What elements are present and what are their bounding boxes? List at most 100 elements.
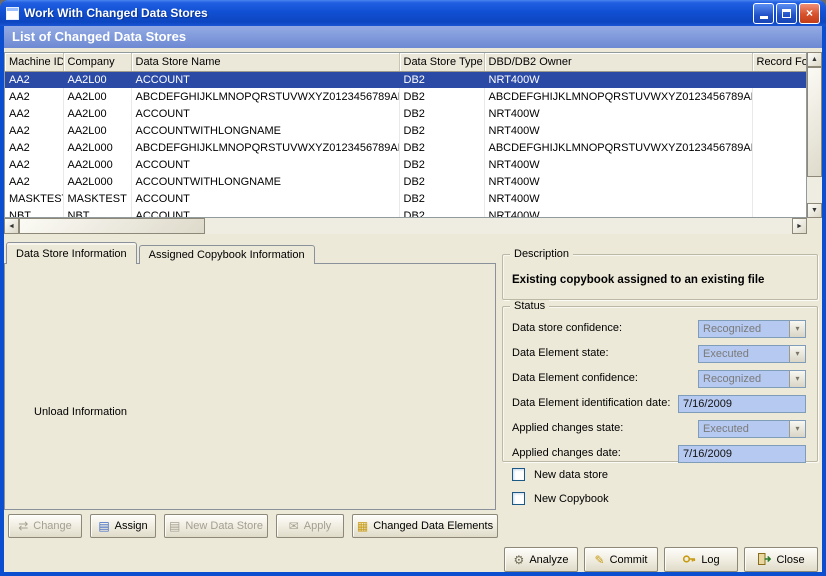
table-row[interactable]: AA2AA2L000ACCOUNTWITHLONGNAMEDB2NRT400W (5, 173, 807, 190)
grid-cell: MASKTEST (5, 190, 63, 207)
table-row[interactable]: MASKTESTMASKTESTACCOUNTDB2NRT400W (5, 190, 807, 207)
exit-door-icon (757, 552, 771, 568)
scroll-down-button[interactable]: ▼ (807, 203, 822, 218)
commit-button[interactable]: ✎ Commit (584, 547, 658, 572)
analyze-button[interactable]: ⚙ Analyze (504, 547, 578, 572)
column-header-record-format[interactable]: Record Fo (752, 53, 807, 71)
horizontal-scrollbar[interactable]: ◄ ► (4, 218, 807, 234)
tab-data-store-information[interactable]: Data Store Information (6, 242, 137, 264)
minimize-button[interactable] (753, 3, 774, 24)
app-window: Work With Changed Data Stores × List of … (0, 0, 826, 576)
data-element-confidence-combobox[interactable]: Recognized ▾ (698, 370, 806, 388)
maximize-button[interactable] (776, 3, 797, 24)
column-header-data-store-type[interactable]: Data Store Type (399, 53, 484, 71)
close-button[interactable]: Close (744, 547, 818, 572)
table-row[interactable]: AA2AA2L00ACCOUNTWITHLONGNAMEDB2NRT400W (5, 122, 807, 139)
table-row[interactable]: AA2AA2L00ACCOUNTDB2NRT400W (5, 105, 807, 122)
applied-changes-state-value: Executed (703, 423, 749, 435)
analyze-button-label: Analyze (529, 554, 568, 566)
grid-cell (752, 190, 807, 207)
grid-cell: AA2L00 (63, 88, 131, 105)
new-data-store-checkbox[interactable] (512, 468, 525, 481)
client-area: List of Changed Data Stores Machine ID C… (4, 26, 822, 572)
grid-cell (752, 105, 807, 122)
grid-cell (752, 88, 807, 105)
grid-cell: ABCDEFGHIJKLMNOPQRSTUVWXYZ0123456789AB (131, 139, 399, 156)
right-arrow-icon: ► (796, 223, 803, 230)
grid-header-row: Machine ID Company Data Store Name Data … (5, 53, 807, 71)
description-text: Existing copybook assigned to an existin… (512, 274, 764, 286)
grid-cell: AA2L00 (63, 105, 131, 122)
close-icon: × (806, 7, 813, 19)
grid-cell: ABCDEFGHIJKLMNOPQRSTUVWXYZ0123456789AB (131, 88, 399, 105)
grid-cell: AA2L00 (63, 71, 131, 88)
column-header-machine-id[interactable]: Machine ID (5, 53, 63, 71)
vertical-scroll-thumb[interactable] (807, 67, 822, 177)
data-store-confidence-label: Data store confidence: (512, 322, 622, 334)
data-element-identification-date-field[interactable]: 7/16/2009 (678, 395, 806, 413)
column-header-dbd-db2-owner[interactable]: DBD/DB2 Owner (484, 53, 752, 71)
grid-cell: NBT (5, 207, 63, 218)
grid-cell: AA2 (5, 105, 63, 122)
change-button[interactable]: ⇄ Change (8, 514, 82, 538)
data-store-confidence-combobox[interactable]: Recognized ▾ (698, 320, 806, 338)
log-button[interactable]: Log (664, 547, 738, 572)
horizontal-scroll-thumb[interactable] (19, 218, 205, 234)
grid-cell: AA2 (5, 122, 63, 139)
table-row[interactable]: AA2AA2L000ABCDEFGHIJKLMNOPQRSTUVWXYZ0123… (5, 139, 807, 156)
grid-cell (752, 139, 807, 156)
tab-assigned-copybook-information[interactable]: Assigned Copybook Information (139, 245, 315, 264)
table-row[interactable]: AA2AA2L00ACCOUNTDB2NRT400W (5, 71, 807, 88)
tab-strip: Data Store Information Assigned Copybook… (6, 242, 317, 264)
new-copybook-checkbox[interactable] (512, 492, 525, 505)
chevron-down-icon[interactable]: ▾ (789, 371, 805, 387)
column-header-data-store-name[interactable]: Data Store Name (131, 53, 399, 71)
description-title: Description (510, 248, 573, 260)
close-window-button[interactable]: × (799, 3, 820, 24)
new-data-store-button-label: New Data Store (185, 520, 263, 532)
grid-cell: AA2L000 (63, 156, 131, 173)
grid-cell: NBT (63, 207, 131, 218)
vertical-scrollbar[interactable]: ▲ ▼ (807, 52, 822, 218)
new-data-store-button[interactable]: ▤ New Data Store (164, 514, 268, 538)
grid-cell: ABCDEFGHIJKLMNOPQRSTUVWXYZ0123456789AB (484, 88, 752, 105)
changed-data-stores-grid: Machine ID Company Data Store Name Data … (4, 52, 807, 218)
table-row[interactable]: AA2AA2L000ACCOUNTDB2NRT400W (5, 156, 807, 173)
grid-cell: DB2 (399, 190, 484, 207)
grid-cell: AA2L000 (63, 139, 131, 156)
applied-changes-state-combobox[interactable]: Executed ▾ (698, 420, 806, 438)
chevron-down-icon[interactable]: ▾ (789, 321, 805, 337)
data-element-identification-date-label: Data Element identification date: (512, 397, 670, 409)
changed-data-elements-button[interactable]: ▦ Changed Data Elements (352, 514, 498, 538)
change-button-label: Change (33, 520, 72, 532)
scroll-right-button[interactable]: ► (792, 218, 807, 234)
down-arrow-icon: ▼ (811, 207, 818, 214)
applied-changes-state-label: Applied changes state: (512, 422, 623, 434)
data-element-state-combobox[interactable]: Executed ▾ (698, 345, 806, 363)
data-element-state-value: Executed (703, 348, 749, 360)
column-header-company[interactable]: Company (63, 53, 131, 71)
table-row[interactable]: NBTNBTACCOUNTDB2NRT400W (5, 207, 807, 218)
grid-cell: DB2 (399, 88, 484, 105)
chevron-down-icon[interactable]: ▾ (789, 421, 805, 437)
chevron-down-icon[interactable]: ▾ (789, 346, 805, 362)
grid-body: AA2AA2L00ACCOUNTDB2NRT400WAA2AA2L00ABCDE… (5, 71, 807, 218)
commit-button-label: Commit (610, 554, 648, 566)
scroll-up-button[interactable]: ▲ (807, 52, 822, 67)
apply-button[interactable]: ✉ Apply (276, 514, 344, 538)
new-copybook-checkbox-label: New Copybook (534, 493, 609, 505)
apply-button-label: Apply (304, 520, 332, 532)
data-store-confidence-value: Recognized (703, 323, 761, 335)
grid-cell: NRT400W (484, 122, 752, 139)
grid-cell: ACCOUNT (131, 71, 399, 88)
grid-cell: NRT400W (484, 190, 752, 207)
grid-cell: NRT400W (484, 207, 752, 218)
scroll-left-button[interactable]: ◄ (4, 218, 19, 234)
grid-cell: DB2 (399, 122, 484, 139)
assign-button[interactable]: ▤ Assign (90, 514, 156, 538)
table-row[interactable]: AA2AA2L00ABCDEFGHIJKLMNOPQRSTUVWXYZ01234… (5, 88, 807, 105)
applied-changes-date-field[interactable]: 7/16/2009 (678, 445, 806, 463)
grid-cell: AA2 (5, 156, 63, 173)
grid-cell: ACCOUNT (131, 190, 399, 207)
grid-cell: ABCDEFGHIJKLMNOPQRSTUVWXYZ0123456789AB (484, 139, 752, 156)
